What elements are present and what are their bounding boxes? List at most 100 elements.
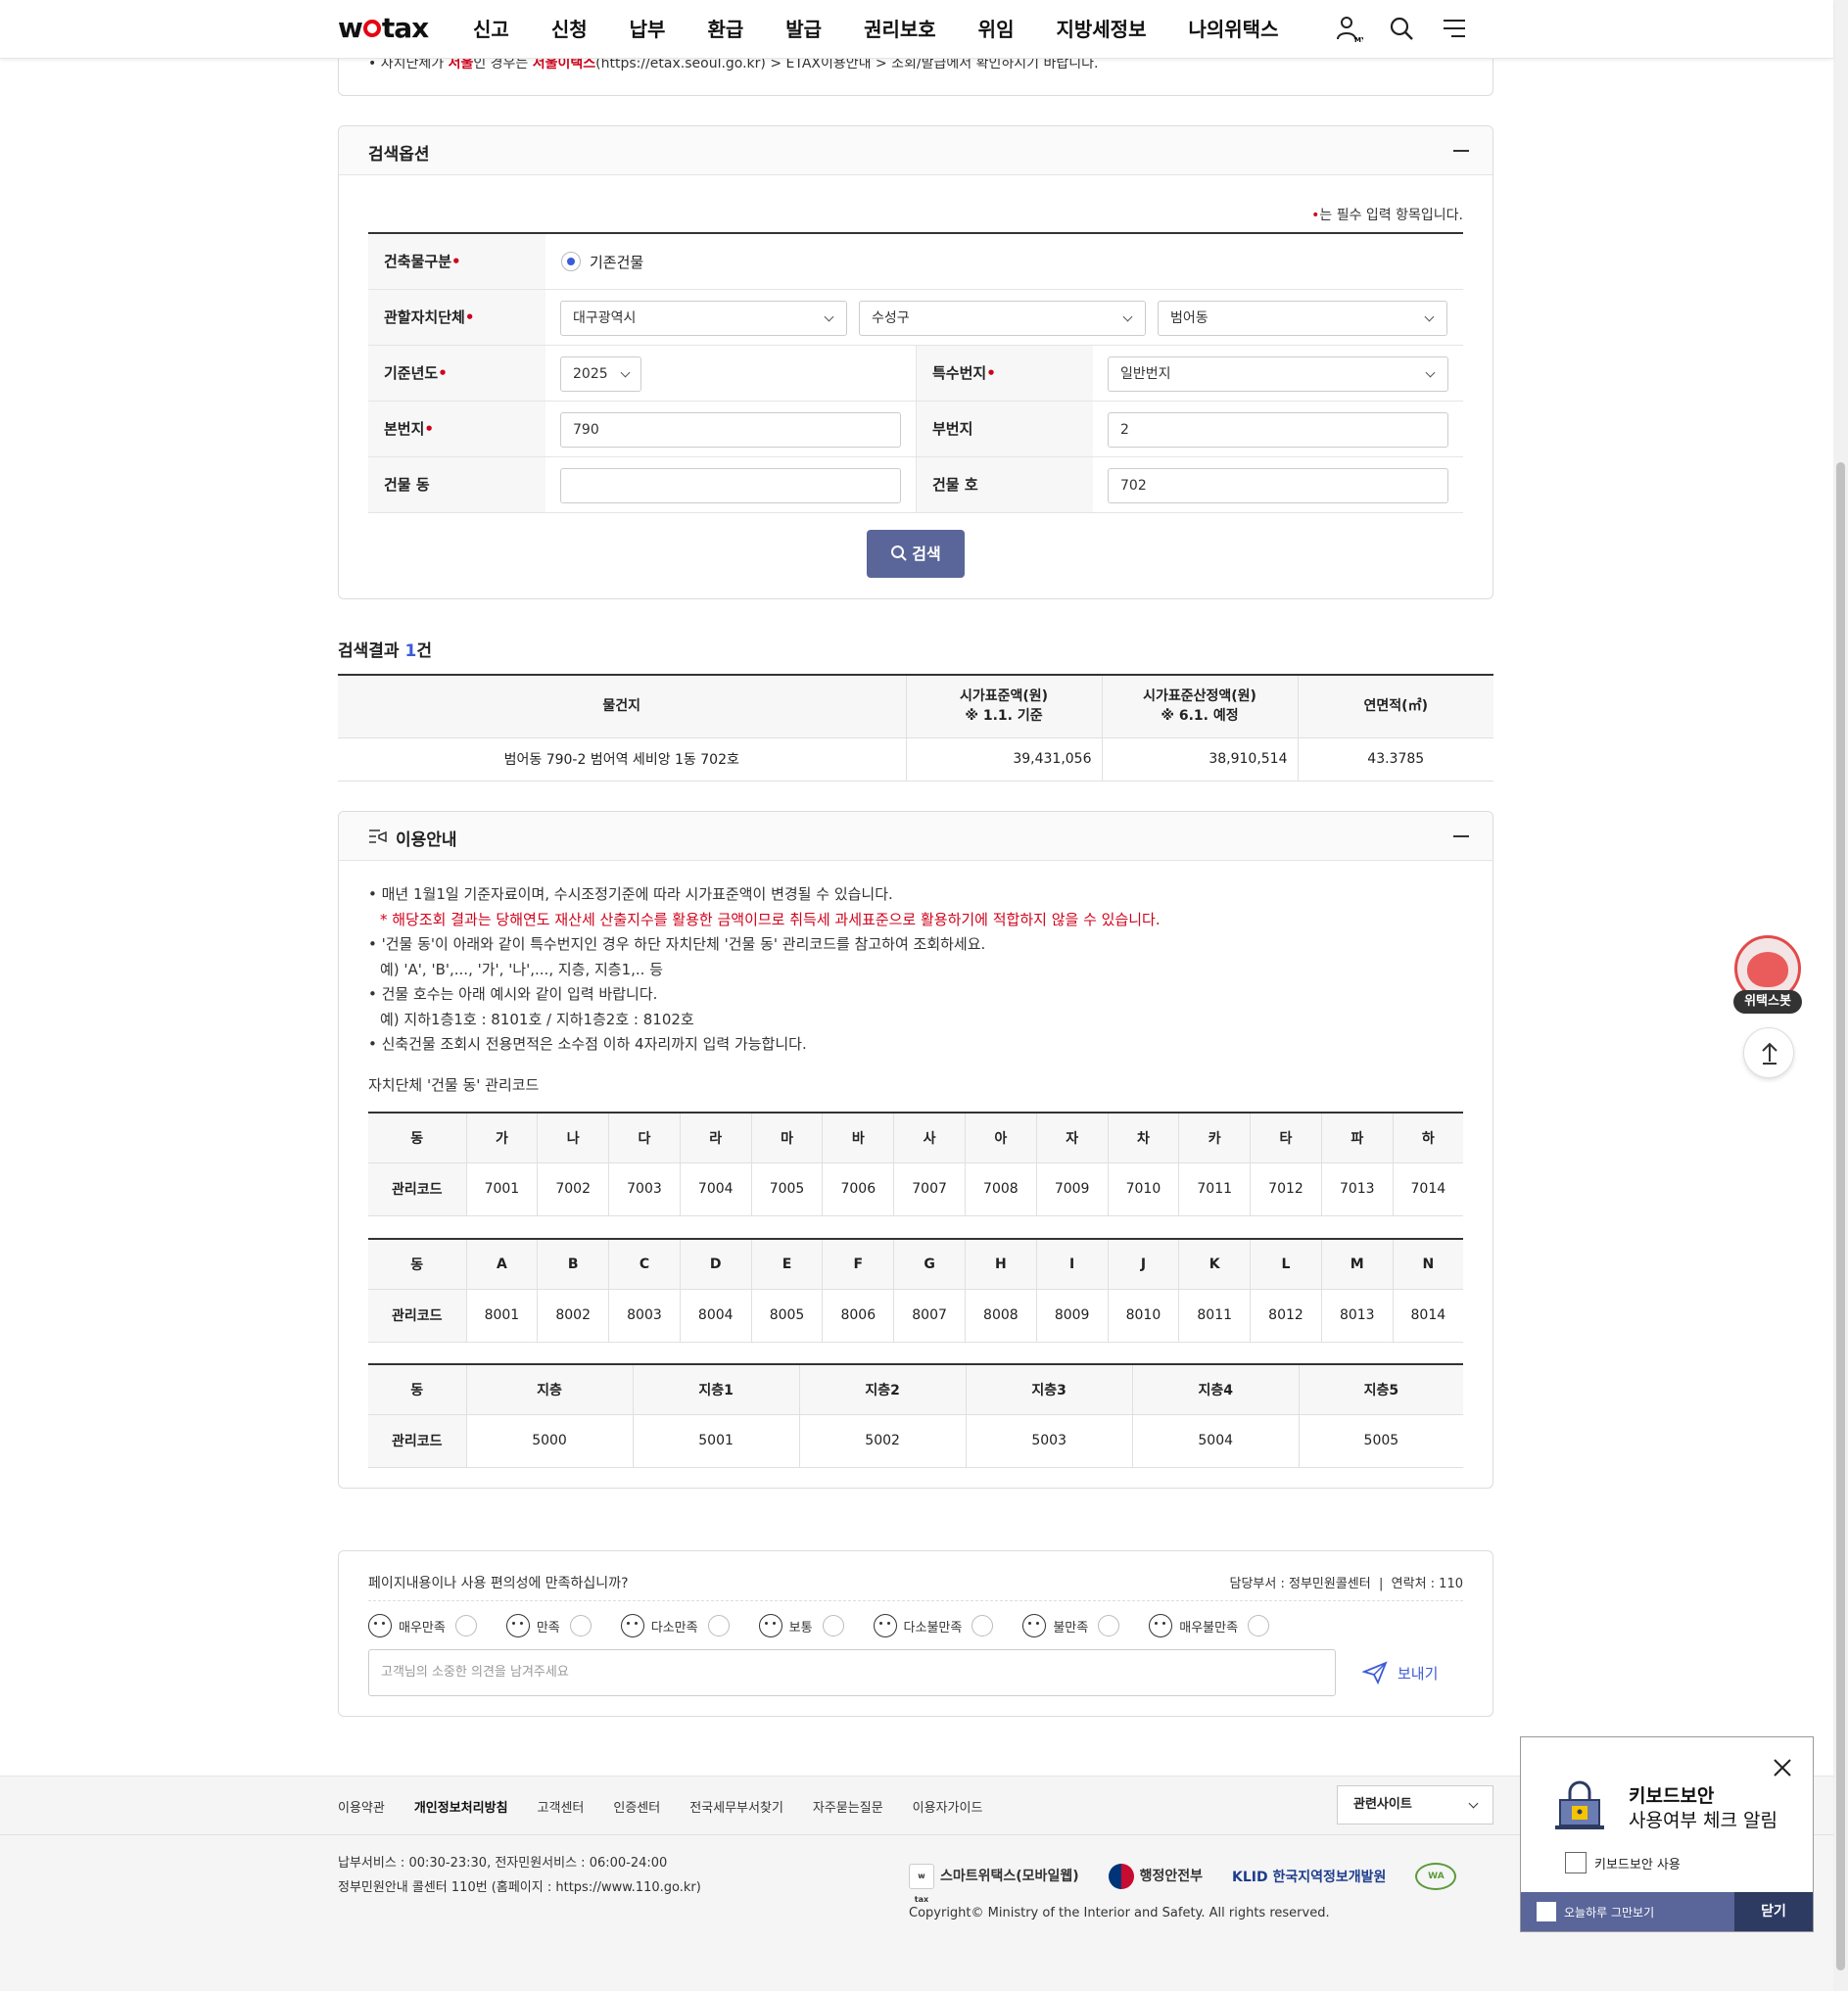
scroll-top-button[interactable] — [1743, 1027, 1794, 1078]
cell-estimated-price: 38,910,514 — [1101, 737, 1298, 782]
option-somewhat-satisfied[interactable]: 다소만족 — [620, 1614, 730, 1637]
checkbox[interactable] — [1565, 1852, 1587, 1873]
label-building-dong: 건물 동 — [368, 457, 545, 512]
col-floor-area: 연면적(㎡) — [1297, 675, 1493, 738]
label-building-type: 건축물구분• — [368, 234, 545, 289]
popup-close-button[interactable]: 닫기 — [1734, 1892, 1813, 1931]
option-neutral[interactable]: 보통 — [758, 1614, 844, 1637]
footer-link-faq[interactable]: 자주묻는질문 — [813, 1797, 883, 1816]
option-somewhat-dissatisfied[interactable]: 다소불만족 — [873, 1614, 994, 1637]
user-my-icon[interactable]: MY — [1334, 14, 1367, 44]
code-table-caption: 자치단체 '건물 동' 관리코드 — [368, 1076, 540, 1094]
chevron-down-icon — [824, 311, 834, 322]
send-button[interactable]: 보내기 — [1362, 1661, 1438, 1684]
footer-link-privacy[interactable]: 개인정보처리방침 — [414, 1797, 508, 1816]
footer-link-tax-offices[interactable]: 전국세무부서찾기 — [689, 1797, 783, 1816]
special-lot-select[interactable]: 일반번지 — [1108, 356, 1448, 392]
nav-item-delegate[interactable]: 위임 — [978, 0, 1015, 59]
arrow-up-icon — [1762, 1042, 1777, 1065]
search-button[interactable]: 검색 — [867, 530, 965, 578]
col-standard-price: 시가표준액(원) ※ 1.1. 기준 — [905, 675, 1102, 738]
label-building-ho: 건물 호 — [916, 457, 1093, 512]
usage-guide-title: 이용안내 — [396, 830, 457, 850]
footer-link-terms[interactable]: 이용약관 — [338, 1797, 385, 1816]
chevron-down-icon — [1468, 1798, 1479, 1809]
option-very-dissatisfied[interactable]: 매우불만족 — [1149, 1614, 1270, 1637]
close-icon[interactable] — [1772, 1757, 1793, 1778]
frown-face-icon — [1022, 1614, 1047, 1637]
sigungu-select[interactable]: 수성구 — [859, 301, 1146, 336]
nav-item-report[interactable]: 신고 — [473, 0, 509, 59]
search-options-header[interactable]: 검색옵션 — [339, 126, 1493, 175]
cell-standard-price: 39,431,056 — [905, 737, 1102, 782]
collapse-icon[interactable] — [1453, 150, 1469, 152]
required-note: •는 필수 입력 항목입니다. — [1311, 208, 1463, 223]
dept-info: 담당부서 : 정부민원콜센터 | 연락처 : 110 — [1229, 1577, 1463, 1591]
wa-mark-logo: WA — [1415, 1863, 1462, 1890]
feedback-input[interactable]: 고객님의 소중한 의견을 남겨주세요 — [368, 1649, 1336, 1696]
main-lot-input[interactable]: 790 — [560, 412, 901, 448]
nav-item-rights[interactable]: 권리보호 — [864, 0, 936, 59]
mois-logo[interactable]: 행정안전부 — [1108, 1864, 1203, 1889]
chatbot-label[interactable]: 위택스봇 — [1733, 990, 1802, 1014]
label-jurisdiction: 관할자치단체• — [368, 290, 545, 345]
checkbox[interactable] — [1537, 1902, 1556, 1921]
footer-link-cert-center[interactable]: 인증센터 — [613, 1797, 660, 1816]
code-table-korean: 동가나다라마바사아자차카타파하 관리코드 7001 7002 7003 7004 7005… — [368, 1112, 1463, 1216]
radio-existing-building[interactable] — [561, 252, 581, 271]
radio-existing-building-label[interactable]: 기존건물 — [590, 252, 643, 272]
guide-example: 예) 'A', 'B',..., '가', '나',..., 지층, 지층1,.… — [380, 960, 664, 978]
search-options-panel: 검색옵션 •는 필수 입력 항목입니다. 건축물구분• 기존건물 관할자치단체•… — [338, 125, 1493, 599]
radio-dissatisfied[interactable] — [1098, 1615, 1120, 1636]
label-special-lot: 특수번지• — [916, 346, 1093, 401]
klid-logo[interactable]: KLID 한국지역정보개발원 — [1232, 1867, 1386, 1886]
search-options-title: 검색옵션 — [368, 145, 430, 165]
sido-select[interactable]: 대구광역시 — [560, 301, 847, 336]
keyboard-security-checkbox[interactable]: 키보드보안 사용 — [1565, 1852, 1681, 1873]
guide-line: • 건물 호수는 아래 예시와 같이 입력 바랍니다. — [368, 985, 658, 1003]
year-select[interactable]: 2025 — [560, 356, 641, 392]
chevron-down-icon — [1425, 367, 1436, 378]
nav-item-pay[interactable]: 납부 — [630, 0, 666, 59]
cell-address: 범어동 790-2 범어역 세비앙 1동 702호 — [338, 737, 906, 782]
option-satisfied[interactable]: 만족 — [505, 1614, 592, 1637]
wetax-logo[interactable]: w tax — [338, 12, 429, 44]
building-dong-input[interactable] — [560, 468, 901, 503]
dont-show-today[interactable]: 오늘하루 그만보기 — [1537, 1902, 1654, 1921]
code-table-basement: 동 지층 지층1 지층2 지층3 지층4 지층5 관리코드 5000 5001 5002 5003 5… — [368, 1363, 1463, 1468]
chevron-down-icon — [1424, 311, 1435, 322]
option-dissatisfied[interactable]: 불만족 — [1022, 1614, 1120, 1637]
page-scrollbar[interactable] — [1833, 0, 1848, 1991]
satisfaction-question: 페이지내용이나 사용 편의성에 만족하십니까? — [368, 1576, 629, 1591]
nav-item-localtax-info[interactable]: 지방세정보 — [1056, 0, 1146, 59]
radio-somewhat-satisfied[interactable] — [707, 1615, 730, 1636]
smart-wetax-logo[interactable]: w tax스마트위택스(모바일웹) — [909, 1864, 1079, 1904]
collapse-icon[interactable] — [1453, 835, 1469, 837]
radio-satisfied[interactable] — [569, 1615, 592, 1636]
usage-guide-header[interactable]: 이용안내 — [339, 812, 1493, 861]
chevron-down-icon — [620, 367, 631, 378]
footer-link-customer-center[interactable]: 고객센터 — [538, 1797, 585, 1816]
building-ho-input[interactable]: 702 — [1108, 468, 1448, 503]
menu-icon[interactable] — [1440, 14, 1469, 43]
radio-very-satisfied[interactable] — [454, 1615, 477, 1636]
satisfaction-options: 매우만족 만족 다소만족 보통 다소불만족 불만족 매우불만족 — [368, 1614, 1299, 1637]
nav-item-my-wetax[interactable]: 나의위택스 — [1188, 0, 1278, 59]
guide-line: • 신축건물 조회시 전용면적은 소수점 이하 4자리까지 입력 가능합니다. — [368, 1035, 807, 1053]
nav-item-apply[interactable]: 신청 — [551, 0, 588, 59]
footer-info: 납부서비스 : 00:30-23:30, 전자민원서비스 : 06:00-24:… — [338, 1856, 701, 1895]
radio-very-dissatisfied[interactable] — [1248, 1615, 1270, 1636]
scrollbar-thumb[interactable] — [1836, 462, 1845, 1970]
dong-select[interactable]: 범어동 — [1158, 301, 1447, 336]
footer-link-user-guide[interactable]: 이용자가이드 — [913, 1797, 983, 1816]
radio-neutral[interactable] — [822, 1615, 844, 1636]
related-sites-select[interactable]: 관련사이트 — [1337, 1785, 1493, 1825]
option-very-satisfied[interactable]: 매우만족 — [368, 1614, 477, 1637]
sub-lot-input[interactable]: 2 — [1108, 412, 1448, 448]
nav-item-refund[interactable]: 환급 — [707, 0, 743, 59]
neutral-face-icon — [758, 1614, 782, 1637]
radio-somewhat-dissatisfied[interactable] — [971, 1615, 994, 1636]
search-icon[interactable] — [1387, 14, 1416, 43]
nav-item-issue[interactable]: 발급 — [785, 0, 822, 59]
keyboard-security-popup: 키보드보안 사용여부 체크 알림 키보드보안 사용 오늘하루 그만보기 닫기 — [1520, 1736, 1814, 1932]
